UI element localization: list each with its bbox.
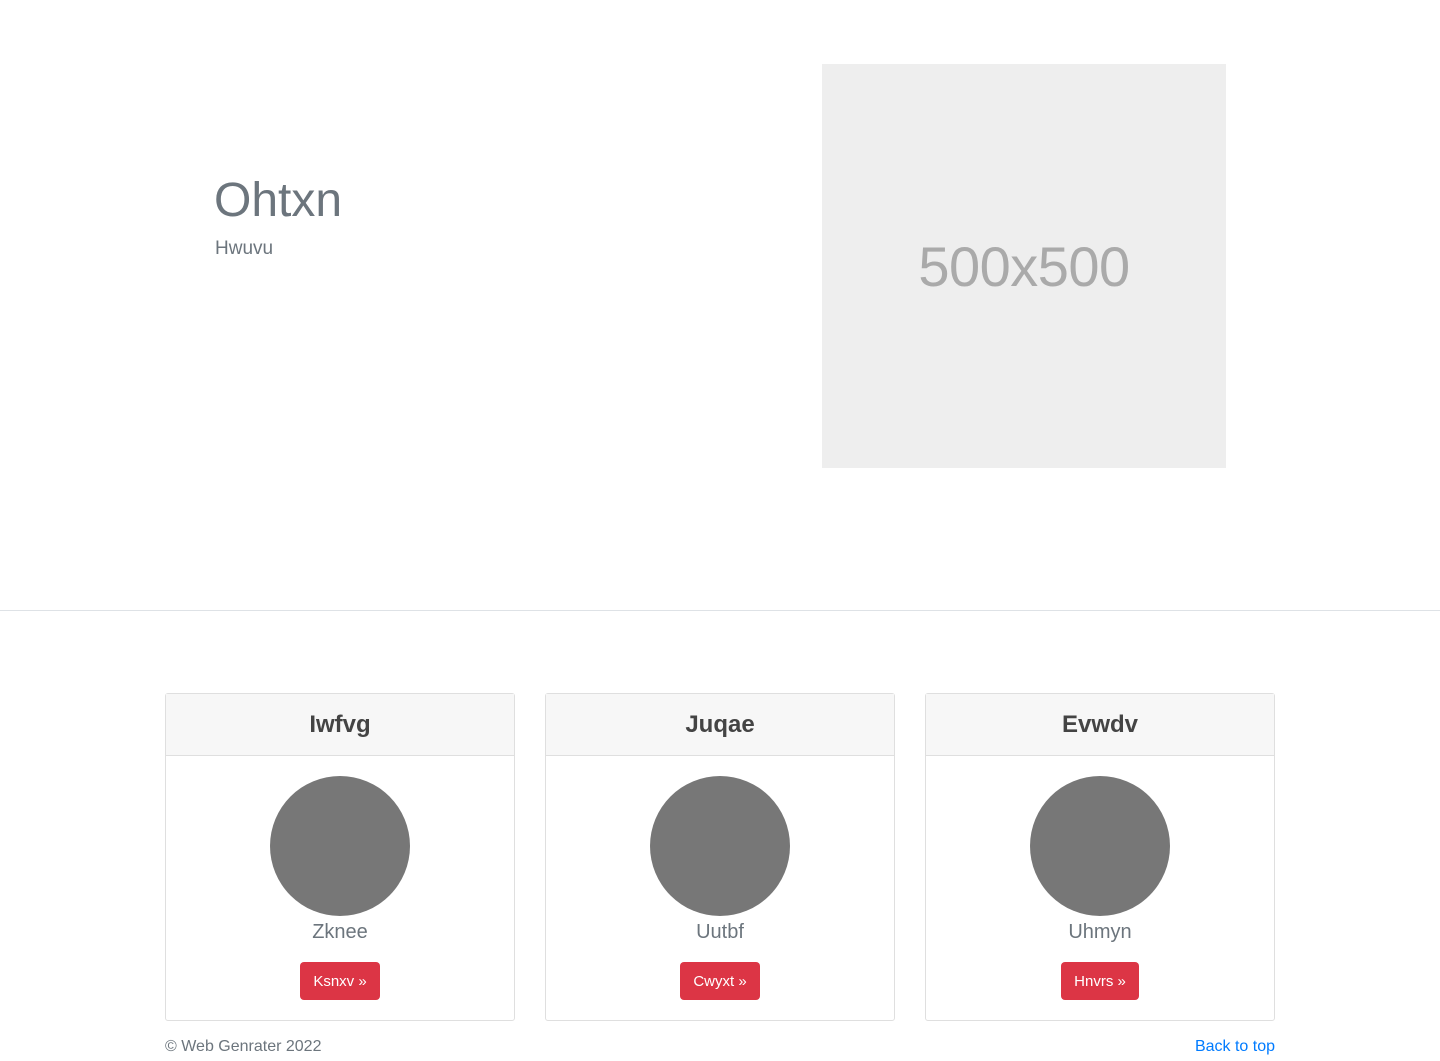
card: Juqae Uutbf Cwyxt » xyxy=(545,693,895,1021)
card-title: Evwdv xyxy=(1061,710,1139,738)
hero-section: Ohtxn Hwuvu 500x500 xyxy=(0,0,1440,611)
card-header: Iwfvg xyxy=(166,694,514,756)
hero-subtitle: Hwuvu xyxy=(215,238,274,259)
copyright-text: © Web Genrater 2022 xyxy=(165,1038,322,1055)
footer: © Web Genrater 2022 Back to top xyxy=(165,1038,1275,1056)
hero-image-label: 500x500 xyxy=(918,234,1130,298)
card-action-button[interactable]: Ksnxv » xyxy=(300,962,380,1000)
avatar xyxy=(1030,776,1170,916)
hero-image-placeholder: 500x500 xyxy=(822,64,1226,468)
card-header: Juqae xyxy=(546,694,894,756)
avatar xyxy=(270,776,410,916)
back-to-top-link[interactable]: Back to top xyxy=(1195,1038,1275,1056)
card-title: Iwfvg xyxy=(309,710,371,738)
avatar xyxy=(650,776,790,916)
card-action-button[interactable]: Hnvrs » xyxy=(1061,962,1139,1000)
card-title: Juqae xyxy=(685,710,755,738)
card-name: Zknee xyxy=(312,921,368,943)
card-name: Uutbf xyxy=(696,921,744,943)
card-header: Evwdv xyxy=(926,694,1274,756)
hero-title: Ohtxn xyxy=(214,174,343,227)
card: Iwfvg Zknee Ksnxv » xyxy=(165,693,515,1021)
card-body: Zknee Ksnxv » xyxy=(166,756,514,1000)
card-body: Uutbf Cwyxt » xyxy=(546,756,894,1000)
card: Evwdv Uhmyn Hnvrs » xyxy=(925,693,1275,1021)
card-name: Uhmyn xyxy=(1068,921,1132,943)
card-row: Iwfvg Zknee Ksnxv » Juqae Uutbf Cwyxt » … xyxy=(165,693,1275,1021)
card-body: Uhmyn Hnvrs » xyxy=(926,756,1274,1000)
card-action-button[interactable]: Cwyxt » xyxy=(680,962,760,1000)
